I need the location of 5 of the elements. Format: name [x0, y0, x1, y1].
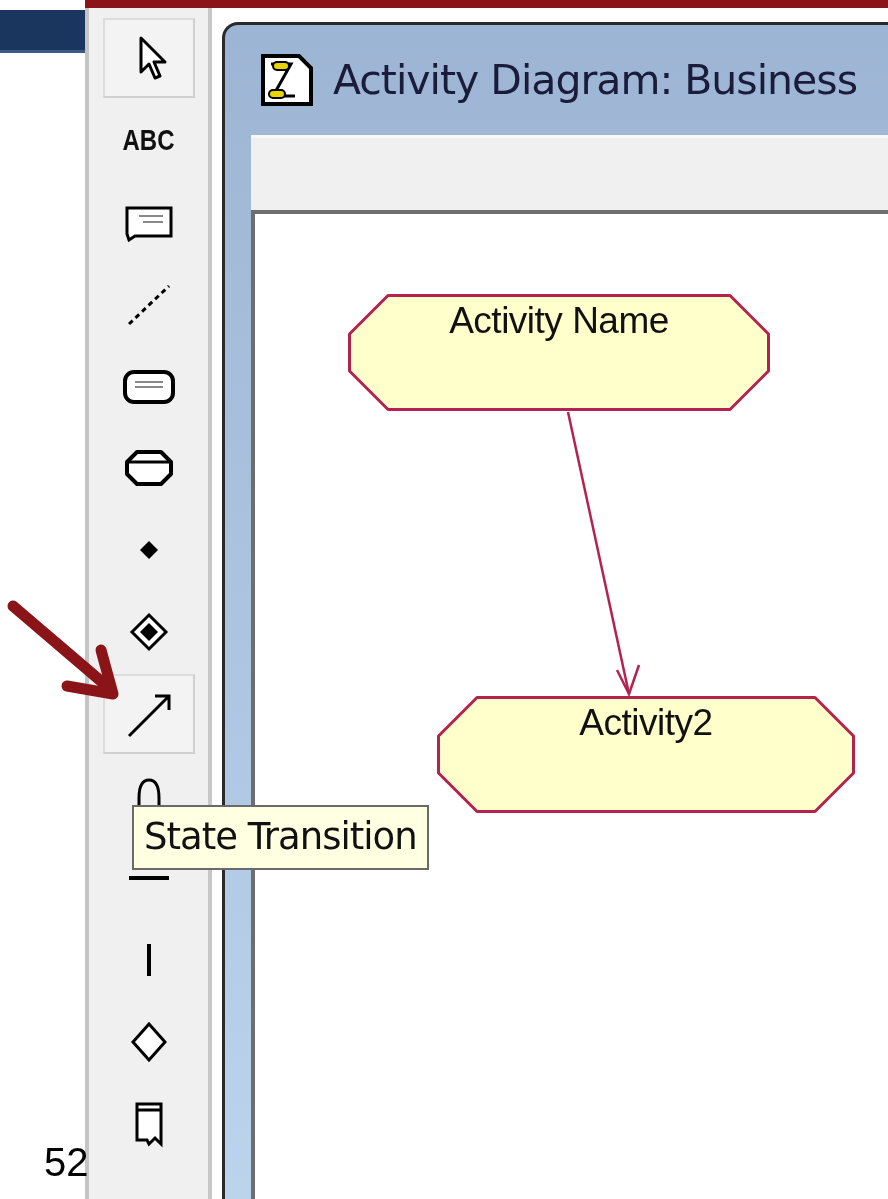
page-number: 52 [44, 1140, 85, 1185]
activity-label: Activity2 [578, 702, 714, 744]
tooltip: State Transition [132, 805, 429, 870]
window-title: Activity Diagram: Business [333, 56, 858, 104]
activity-label: Activity Name [448, 300, 670, 342]
